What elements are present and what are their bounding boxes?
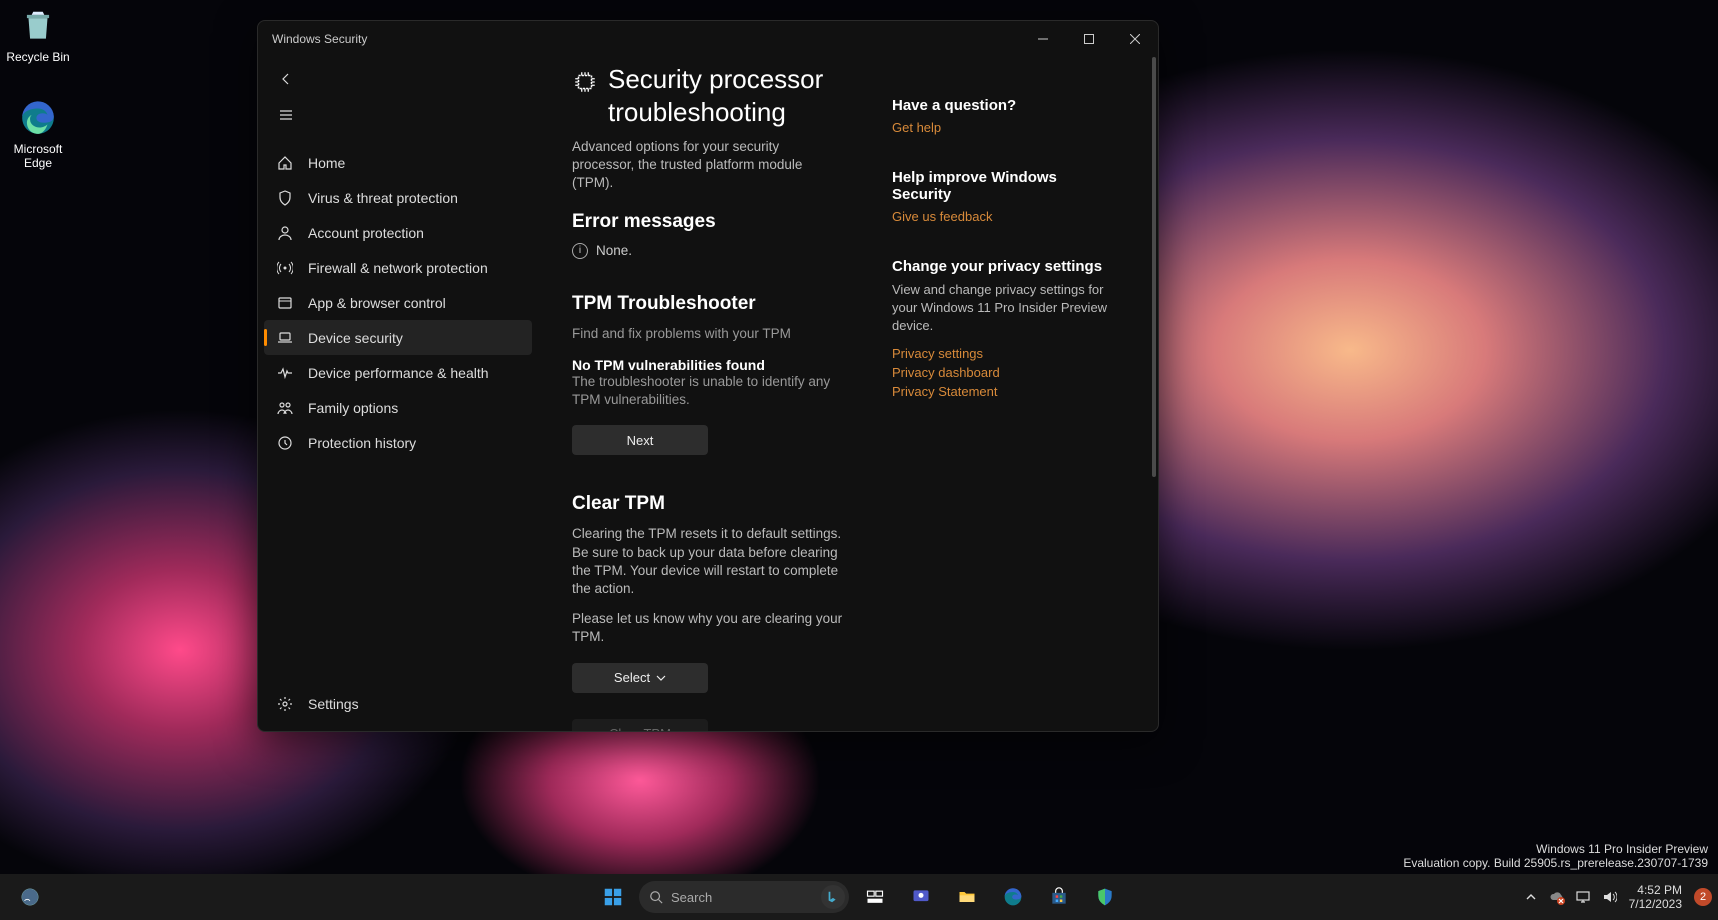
ts-status-title: No TPM vulnerabilities found: [572, 357, 844, 373]
widgets-button[interactable]: [10, 877, 50, 917]
info-icon: i: [572, 243, 588, 259]
troubleshooter-heading: TPM Troubleshooter: [572, 293, 844, 315]
error-heading: Error messages: [572, 211, 844, 233]
scrollbar[interactable]: [1152, 57, 1156, 731]
heart-icon: [276, 364, 294, 382]
watermark: Windows 11 Pro Insider Preview Evaluatio…: [1403, 842, 1708, 870]
chevron-down-icon: [656, 673, 666, 683]
bing-icon[interactable]: [821, 885, 845, 909]
privacy-settings-link[interactable]: Privacy settings: [892, 346, 1118, 361]
sidebar: Home Virus & threat protection Account p…: [258, 57, 538, 731]
sidebar-item-family[interactable]: Family options: [264, 390, 532, 425]
minimize-button[interactable]: [1020, 21, 1066, 57]
back-button[interactable]: [268, 61, 304, 97]
sidebar-item-label: Protection history: [308, 435, 416, 451]
onedrive-tray-icon: [1549, 889, 1565, 905]
recycle-bin-icon: [18, 6, 58, 46]
desktop-icon-label: Recycle Bin: [0, 50, 76, 64]
task-view-button[interactable]: [855, 877, 895, 917]
family-icon: [276, 399, 294, 417]
security-taskbar-button[interactable]: [1085, 877, 1125, 917]
sidebar-item-history[interactable]: Protection history: [264, 425, 532, 460]
app-icon: [276, 294, 294, 312]
sidebar-item-label: Home: [308, 155, 345, 171]
windows-security-window: Windows Security Home: [257, 20, 1159, 732]
sidebar-item-label: Family options: [308, 400, 398, 416]
history-icon: [276, 434, 294, 452]
person-icon: [276, 224, 294, 242]
shield-icon: [276, 189, 294, 207]
taskbar-search[interactable]: Search: [639, 881, 849, 913]
troubleshooter-desc: Find and fix problems with your TPM: [572, 325, 844, 343]
window-titlebar[interactable]: Windows Security: [258, 21, 1158, 57]
clear-tpm-button[interactable]: Clear TPM: [572, 719, 708, 731]
clear-tpm-heading: Clear TPM: [572, 493, 844, 515]
sidebar-item-app-browser[interactable]: App & browser control: [264, 285, 532, 320]
taskbar: Search 4:52 PM 7/12/2023 2: [0, 874, 1718, 920]
volume-tray-icon: [1601, 889, 1617, 905]
notification-badge[interactable]: 2: [1694, 888, 1712, 906]
get-help-link[interactable]: Get help: [892, 120, 1118, 135]
sidebar-item-label: App & browser control: [308, 295, 446, 311]
sidebar-item-label: Virus & threat protection: [308, 190, 458, 206]
gear-icon: [276, 695, 294, 713]
sidebar-nav: Home Virus & threat protection Account p…: [264, 145, 532, 460]
select-button[interactable]: Select: [572, 663, 708, 693]
privacy-dashboard-link[interactable]: Privacy dashboard: [892, 365, 1118, 380]
chat-button[interactable]: [901, 877, 941, 917]
maximize-button[interactable]: [1066, 21, 1112, 57]
clear-tpm-p1: Clearing the TPM resets it to default se…: [572, 525, 844, 598]
desktop-icon-recycle-bin[interactable]: Recycle Bin: [0, 6, 76, 64]
privacy-heading: Change your privacy settings: [892, 258, 1118, 275]
taskbar-clock[interactable]: 4:52 PM 7/12/2023: [1629, 883, 1682, 912]
desktop-icon-label: Microsoft Edge: [0, 142, 76, 170]
tray-icons[interactable]: [1549, 889, 1617, 905]
close-button[interactable]: [1112, 21, 1158, 57]
laptop-icon: [276, 329, 294, 347]
feedback-link[interactable]: Give us feedback: [892, 209, 1118, 224]
desktop-icon-edge[interactable]: Microsoft Edge: [0, 98, 76, 170]
page-subtitle: Advanced options for your security proce…: [572, 138, 844, 193]
home-icon: [276, 154, 294, 172]
sidebar-item-label: Settings: [308, 696, 359, 712]
error-value-row: i None.: [572, 243, 844, 259]
content-area: Security processor troubleshooting Advan…: [538, 57, 1158, 731]
sidebar-item-firewall[interactable]: Firewall & network protection: [264, 250, 532, 285]
file-explorer-button[interactable]: [947, 877, 987, 917]
next-button[interactable]: Next: [572, 425, 708, 455]
sidebar-item-account[interactable]: Account protection: [264, 215, 532, 250]
improve-heading: Help improve Windows Security: [892, 169, 1118, 203]
edge-icon: [18, 98, 58, 138]
sidebar-item-performance[interactable]: Device performance & health: [264, 355, 532, 390]
sidebar-item-virus[interactable]: Virus & threat protection: [264, 180, 532, 215]
start-button[interactable]: [593, 877, 633, 917]
page-title: Security processor troubleshooting: [608, 63, 844, 128]
hamburger-button[interactable]: [268, 97, 304, 133]
sidebar-item-label: Firewall & network protection: [308, 260, 488, 276]
ts-status-desc: The troubleshooter is unable to identify…: [572, 373, 844, 409]
sidebar-item-label: Device performance & health: [308, 365, 489, 381]
sidebar-item-settings[interactable]: Settings: [264, 686, 532, 721]
privacy-statement-link[interactable]: Privacy Statement: [892, 384, 1118, 399]
window-title: Windows Security: [272, 32, 367, 46]
store-button[interactable]: [1039, 877, 1079, 917]
processor-icon: [572, 69, 598, 97]
edge-taskbar-button[interactable]: [993, 877, 1033, 917]
error-value: None.: [596, 243, 632, 258]
search-icon: [649, 890, 663, 904]
tray-chevron-up[interactable]: [1525, 891, 1537, 903]
clear-tpm-p2: Please let us know why you are clearing …: [572, 610, 844, 646]
antenna-icon: [276, 259, 294, 277]
sidebar-item-device-security[interactable]: Device security: [264, 320, 532, 355]
network-tray-icon: [1575, 889, 1591, 905]
search-placeholder: Search: [671, 890, 712, 905]
sidebar-item-label: Device security: [308, 330, 403, 346]
sidebar-item-home[interactable]: Home: [264, 145, 532, 180]
question-heading: Have a question?: [892, 97, 1118, 114]
privacy-desc: View and change privacy settings for you…: [892, 281, 1118, 336]
sidebar-item-label: Account protection: [308, 225, 424, 241]
